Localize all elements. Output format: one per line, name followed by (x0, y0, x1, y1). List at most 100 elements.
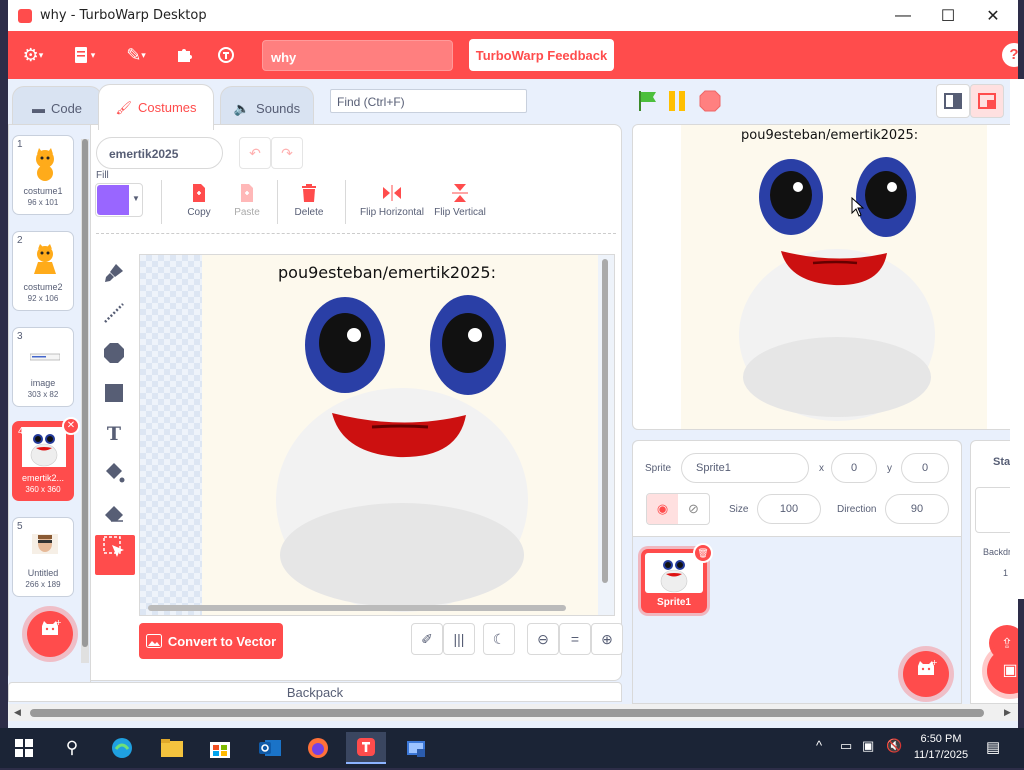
zoom-out-icon[interactable]: ⊖ (527, 623, 559, 655)
canvas-horizontal-scrollbar[interactable] (148, 605, 566, 611)
outline-icon[interactable]: ||| (443, 623, 475, 655)
redo-icon[interactable]: ↷ (271, 137, 303, 169)
costume-item-3[interactable]: 3 image 303 x 82 (12, 327, 74, 407)
window-horizontal-scrollbar[interactable]: ◀ ▶ (8, 704, 1018, 721)
show-eye-icon[interactable]: ◉ (647, 494, 678, 524)
close-button[interactable]: ✕ (970, 0, 1016, 31)
turbowarp-taskbar-icon[interactable] (346, 732, 386, 764)
costume-number: 2 (17, 235, 23, 246)
costume-item-4[interactable]: 4 ✕ emertik2... 360 x 360 (12, 417, 80, 501)
turbowarp-feedback-button[interactable]: TurboWarp Feedback (469, 39, 614, 71)
y-input[interactable]: 0 (901, 453, 949, 483)
green-flag-icon[interactable] (636, 89, 660, 113)
costume-name: costume2 (23, 282, 63, 292)
meet-now-icon[interactable]: ▭ (840, 738, 852, 754)
zoom-reset-button[interactable]: = (559, 623, 591, 655)
fill-bucket-tool-icon[interactable] (101, 461, 127, 487)
pause-icon[interactable] (666, 89, 690, 113)
delete-button[interactable]: Delete (291, 183, 327, 218)
eraser-tool-icon[interactable] (101, 501, 127, 527)
fill-color-swatch (97, 185, 129, 215)
file-menu-icon[interactable]: ▾ (68, 31, 100, 79)
backpack[interactable]: Backpack (8, 682, 622, 702)
network-icon[interactable]: ▣ (862, 738, 874, 754)
x-input[interactable]: 0 (831, 453, 877, 483)
size-input[interactable]: 100 (757, 494, 821, 524)
choose-costume-button[interactable]: + (27, 611, 73, 657)
tab-costumes[interactable]: 🖌 Costumes (98, 84, 214, 130)
maximize-button[interactable]: ☐ (925, 0, 971, 31)
y-label: y (887, 463, 892, 474)
notifications-icon[interactable]: ▤ (986, 738, 1000, 756)
hide-eye-icon[interactable]: ⊘ (678, 494, 709, 524)
direction-input[interactable]: 90 (885, 494, 949, 524)
settings-app-icon[interactable] (396, 732, 436, 764)
brush-tool-icon[interactable] (101, 261, 127, 287)
paint-editor: emertik2025 ↶ ↷ Fill ▼ Copy Paste Delete… (91, 125, 623, 682)
firefox-icon[interactable] (298, 732, 338, 764)
sprite-name-input[interactable]: Sprite1 (681, 453, 809, 483)
microsoft-store-icon[interactable] (200, 732, 240, 764)
paste-button[interactable]: Paste (227, 183, 267, 218)
fill-color-picker[interactable]: ▼ (95, 183, 143, 217)
stop-icon[interactable] (698, 89, 722, 113)
taskbar-clock[interactable]: 6:50 PM 11/17/2025 (906, 731, 976, 763)
choose-backdrop-button[interactable]: ▣ (987, 648, 1018, 694)
menu-bar: ⚙ ▾ ▾ ✎ ▾ why TurboWarp Feedback ? (8, 31, 1018, 79)
clock-time: 6:50 PM (920, 733, 962, 745)
addons-puzzle-icon[interactable] (172, 31, 196, 79)
file-explorer-icon[interactable] (152, 732, 192, 764)
convert-to-vector-button[interactable]: Convert to Vector (139, 623, 283, 659)
stage[interactable]: pou9esteban/emertik2025: (632, 124, 1018, 430)
window-vertical-scrollbar[interactable] (1010, 79, 1024, 599)
copy-button[interactable]: Copy (181, 183, 217, 218)
edit-menu-pencil-icon[interactable]: ✎ ▾ (120, 31, 152, 79)
show-toggle[interactable]: ◉ ⊘ (646, 493, 710, 525)
undo-icon[interactable]: ↶ (239, 137, 271, 169)
costume-name: Untitled (27, 568, 59, 578)
flip-horizontal-button[interactable]: Flip Horizontal (359, 183, 425, 218)
tray-chevron-icon[interactable]: ^ (816, 738, 822, 753)
outlook-icon[interactable] (250, 732, 290, 764)
zoom-in-icon[interactable]: ⊕ (591, 623, 623, 655)
costume-name-input[interactable]: emertik2025 (96, 137, 223, 169)
text-tool-icon[interactable]: T (101, 421, 127, 447)
costume-number: 1 (17, 139, 23, 150)
turbowarp-logo-icon[interactable] (214, 31, 238, 79)
sprite-info: Sprite Sprite1 x 0 y 0 ◉ ⊘ Size 100 Dire… (633, 441, 961, 537)
size-label: Size (729, 504, 749, 515)
brush-size-icon[interactable]: ✐ (411, 623, 443, 655)
paint-canvas[interactable]: pou9esteban/emertik2025: (139, 254, 615, 616)
delete-sprite-icon[interactable]: 🗑 (693, 543, 713, 563)
large-stage-button[interactable] (970, 84, 1004, 118)
sprite-tile-name: Sprite1 (657, 597, 691, 608)
minimize-button[interactable]: — (880, 0, 926, 31)
windows-logo-icon (15, 739, 33, 757)
select-tool-icon[interactable] (95, 535, 135, 575)
fill-label: Fill (96, 170, 109, 181)
project-title-input[interactable]: why (262, 40, 453, 71)
night-mode-moon-icon[interactable]: ☾ (483, 623, 515, 655)
costume-list-scrollbar[interactable] (81, 139, 89, 663)
delete-costume-icon[interactable]: ✕ (62, 417, 80, 435)
canvas-vertical-scrollbar[interactable] (602, 259, 608, 583)
flip-vertical-button[interactable]: Flip Vertical (433, 183, 487, 218)
volume-muted-icon[interactable]: 🔇 (886, 738, 902, 754)
find-input[interactable]: Find (Ctrl+F) (330, 89, 527, 113)
start-button[interactable] (4, 732, 44, 764)
costume-item-5[interactable]: 5 Untitled 266 x 189 (12, 517, 74, 597)
sprite-tile-sprite1[interactable]: 🗑 Sprite1 (641, 543, 713, 613)
line-tool-icon[interactable] (101, 301, 127, 327)
rectangle-tool-icon[interactable] (101, 381, 127, 407)
costume-item-1[interactable]: 1 costume1 96 x 101 (12, 135, 74, 215)
search-icon[interactable]: ⚲ (52, 732, 92, 764)
choose-sprite-button[interactable]: + (903, 651, 949, 697)
settings-gear-icon[interactable]: ⚙ ▾ (18, 31, 48, 79)
help-icon[interactable]: ? (1002, 43, 1018, 67)
small-stage-button[interactable] (936, 84, 970, 118)
edge-browser-icon[interactable] (102, 732, 142, 764)
costume-item-2[interactable]: 2 costume2 92 x 106 (12, 231, 74, 311)
tab-sounds-label: Sounds (256, 101, 301, 116)
costume-editor: 1 costume1 96 x 101 2 costume2 92 x 106 … (8, 124, 623, 682)
circle-tool-icon[interactable] (101, 341, 127, 367)
